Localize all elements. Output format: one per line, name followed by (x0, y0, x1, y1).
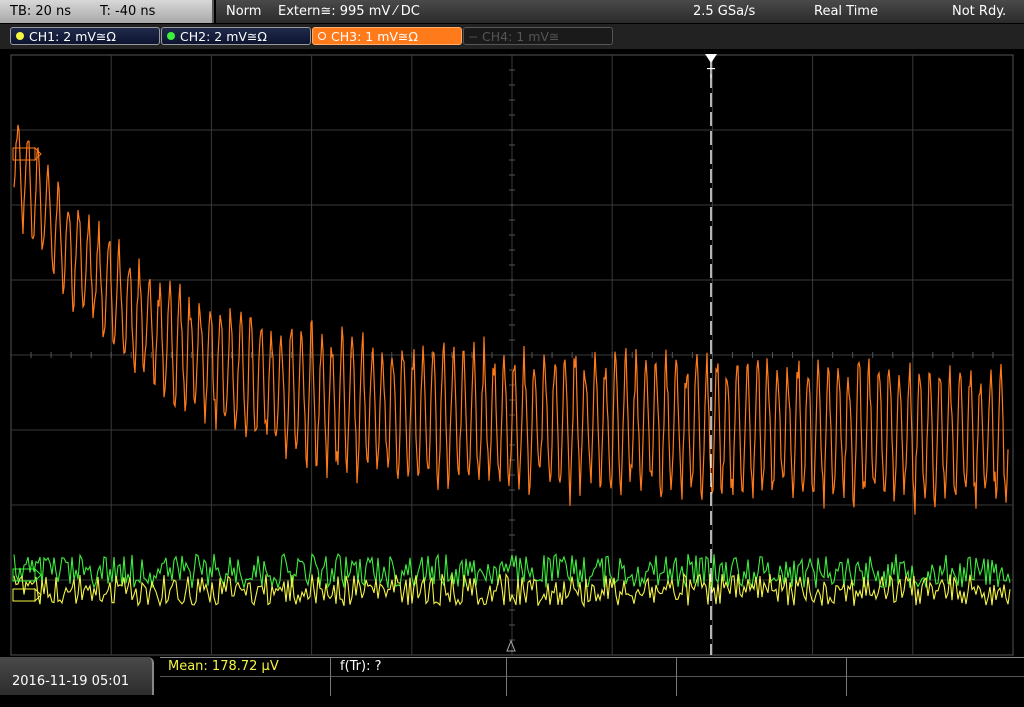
bottom-bar: 2016-11-19 05:01 Mean: 178.72 µV f(Tr): … (0, 657, 1024, 696)
trigger-time-label: T: -40 ns (100, 4, 156, 19)
ch3-indicator-icon (318, 32, 326, 40)
run-state: Not Rdy. (952, 4, 1007, 19)
measurement-panel[interactable]: Mean: 178.72 µV f(Tr): ? (160, 657, 1024, 696)
timebase-box[interactable]: TB: 20 ns T: -40 ns (0, 0, 214, 23)
trigger-frequency-measurement: f(Tr): ? (340, 659, 382, 674)
ch2-indicator-icon (167, 32, 175, 40)
top-status-bar: TB: 20 ns T: -40 ns Norm Extern≅: 995 mV… (0, 0, 1024, 24)
channel-1-button[interactable]: CH1: 2 mV≅Ω (10, 27, 160, 45)
channel-4-label: CH4: 1 mV≅ (482, 29, 560, 44)
waveform-display[interactable]: T (0, 49, 1024, 657)
channel-bar: CH1: 2 mV≅Ω CH2: 2 mV≅Ω CH3: 1 mV≅Ω CH4:… (0, 24, 1024, 49)
channel-3-button[interactable]: CH3: 1 mV≅Ω (312, 27, 462, 45)
waveform-svg: T (10, 54, 1014, 656)
trigger-source: Extern≅: 995 mV ⁄ DC (278, 4, 420, 19)
date-time-box[interactable]: 2016-11-19 05:01 (0, 657, 154, 695)
measurement-column-divider (676, 658, 677, 696)
ch1-offset-marker-icon[interactable] (12, 587, 42, 603)
measurement-column-divider (506, 658, 507, 696)
horizontal-reference-marker-icon[interactable] (506, 639, 516, 652)
measurement-column-divider (330, 658, 331, 696)
channel-1-label: CH1: 2 mV≅Ω (29, 29, 116, 44)
date-time: 2016-11-19 05:01 (12, 674, 130, 689)
acquisition-mode: Real Time (814, 4, 878, 19)
channel-4-button[interactable]: CH4: 1 mV≅ (463, 27, 613, 45)
measurement-column-divider (846, 658, 847, 696)
acquisition-status[interactable]: Norm Extern≅: 995 mV ⁄ DC 2.5 GSa/s Real… (216, 0, 1024, 23)
channel-2-button[interactable]: CH2: 2 mV≅Ω (161, 27, 311, 45)
channel-3-label: CH3: 1 mV≅Ω (331, 29, 418, 44)
ch4-indicator-icon (469, 36, 477, 38)
trigger-position-label: T (706, 67, 715, 82)
channel-2-label: CH2: 2 mV≅Ω (180, 29, 267, 44)
measurement-divider (160, 676, 1024, 677)
trigger-position-marker-icon[interactable] (705, 54, 717, 63)
sample-rate: 2.5 GSa/s (693, 4, 756, 19)
mean-measurement: Mean: 178.72 µV (168, 659, 279, 674)
ch1-indicator-icon (16, 32, 24, 40)
trigger-mode: Norm (226, 4, 262, 19)
timebase-label: TB: 20 ns (10, 4, 72, 19)
ch3-trace (13, 124, 1009, 515)
